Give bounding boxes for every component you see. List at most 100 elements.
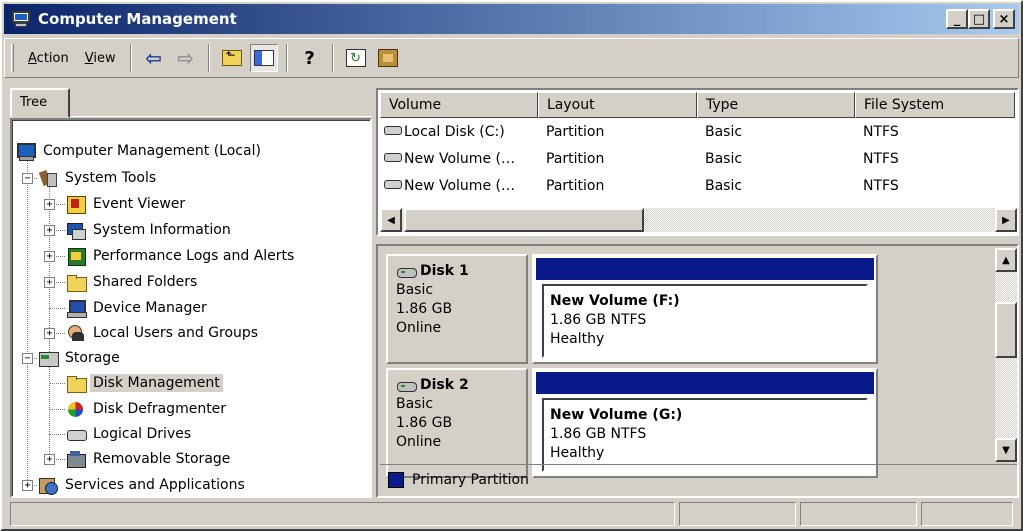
defrag-icon — [66, 400, 86, 418]
title-bar[interactable]: Computer Management _ □ × — [4, 4, 1019, 34]
scroll-right-button[interactable]: ▶ — [995, 208, 1017, 232]
primary-partition-swatch — [388, 471, 404, 488]
toolbar: Action View ⇦ ⇨ ? ↻ — [4, 38, 1019, 78]
expand-services-applications[interactable]: + — [22, 480, 33, 491]
expand-removable-storage[interactable]: + — [44, 454, 55, 465]
status-panel — [921, 502, 1013, 526]
expand-performance-logs[interactable]: + — [44, 251, 55, 262]
disk-graphical-view: Disk 1 Basic 1.86 GB Online New Volume (… — [376, 244, 1019, 498]
toolbar-separator — [207, 44, 210, 72]
show-hide-tree-button[interactable] — [249, 44, 278, 72]
tree-node-system-information[interactable]: System Information — [66, 217, 234, 242]
toolbar-separator — [129, 44, 132, 72]
tree-node-services-applications[interactable]: Services and Applications — [38, 472, 248, 497]
tree-pane: Tree Computer Management (Local) − Syste… — [10, 88, 372, 498]
tree-node-computer-management[interactable]: Computer Management (Local) — [16, 138, 264, 163]
menu-action[interactable]: Action — [20, 51, 77, 66]
tree-node-logical-drives[interactable]: Logical Drives — [66, 421, 194, 446]
toolbar-grip[interactable] — [11, 44, 14, 72]
services-icon — [38, 476, 58, 495]
disk-icon — [66, 425, 87, 443]
tab-tree[interactable]: Tree — [10, 88, 70, 118]
maximize-button[interactable]: □ — [968, 9, 990, 29]
folder-icon — [66, 273, 87, 292]
collapse-storage[interactable]: − — [22, 353, 33, 364]
volume-list: Volume Layout Type File System Local Dis… — [376, 88, 1019, 236]
tree-node-system-tools[interactable]: System Tools — [38, 165, 159, 190]
console-tree: Computer Management (Local) − System Too… — [10, 118, 372, 498]
tree-node-local-users[interactable]: Local Users and Groups — [66, 320, 261, 345]
column-header-layout[interactable]: Layout — [538, 92, 697, 118]
vertical-scroll-thumb[interactable] — [995, 302, 1017, 358]
tree-node-storage[interactable]: Storage — [38, 345, 123, 370]
back-arrow-icon: ⇦ — [145, 46, 162, 70]
column-header-file-system[interactable]: File System — [855, 92, 1015, 118]
toolbar-separator — [331, 44, 334, 72]
storage-icon — [38, 349, 59, 367]
collapse-system-tools[interactable]: − — [22, 173, 33, 184]
window-title: Computer Management — [38, 10, 237, 28]
disk-icon — [384, 153, 402, 162]
disk-1-info[interactable]: Disk 1 Basic 1.86 GB Online — [386, 254, 528, 364]
disk-2-partition[interactable]: New Volume (G:) 1.86 GB NTFS Healthy — [532, 368, 878, 478]
horizontal-scrollbar[interactable]: ◀ ▶ — [380, 208, 1017, 232]
expand-shared-folders[interactable]: + — [44, 277, 55, 288]
properties-icon — [377, 49, 398, 67]
scroll-up-button[interactable]: ▲ — [995, 248, 1017, 272]
properties-button[interactable] — [374, 44, 402, 72]
tree-node-shared-folders[interactable]: Shared Folders — [66, 269, 200, 294]
tree-node-device-manager[interactable]: Device Manager — [66, 295, 210, 320]
primary-partition-bar — [536, 372, 874, 394]
back-button[interactable]: ⇦ — [140, 44, 168, 72]
forward-button[interactable]: ⇨ — [172, 44, 200, 72]
menu-view[interactable]: View — [77, 51, 124, 66]
expand-system-information[interactable]: + — [44, 225, 55, 236]
disk-icon — [396, 380, 418, 392]
refresh-button[interactable]: ↻ — [342, 44, 370, 72]
device-manager-icon — [66, 299, 87, 318]
folder-up-icon — [221, 48, 242, 66]
tree-node-performance-logs[interactable]: Performance Logs and Alerts — [66, 243, 297, 268]
up-one-level-button[interactable] — [218, 44, 246, 72]
tree-node-removable-storage[interactable]: Removable Storage — [66, 446, 233, 471]
folder-icon — [66, 374, 87, 393]
forward-arrow-icon: ⇨ — [177, 46, 194, 70]
status-panel — [800, 502, 917, 526]
console-tree-icon — [253, 50, 274, 66]
tools-icon — [38, 169, 58, 187]
tree-node-event-viewer[interactable]: Event Viewer — [66, 191, 188, 216]
column-header-volume[interactable]: Volume — [380, 92, 538, 118]
help-button[interactable]: ? — [296, 44, 324, 72]
horizontal-scroll-thumb[interactable] — [404, 208, 644, 232]
expand-local-users[interactable]: + — [44, 328, 55, 339]
tree-node-disk-management[interactable]: Disk Management — [66, 370, 223, 395]
close-button[interactable]: × — [993, 9, 1015, 29]
scroll-down-button[interactable]: ▼ — [995, 438, 1017, 462]
computer-management-window: Computer Management _ □ × Action View ⇦ … — [0, 0, 1023, 531]
disk-2-info[interactable]: Disk 2 Basic 1.86 GB Online — [386, 368, 528, 478]
disk-icon — [384, 180, 402, 189]
toolbar-separator — [285, 44, 288, 72]
tree-node-disk-defragmenter[interactable]: Disk Defragmenter — [66, 396, 229, 421]
performance-icon — [66, 247, 86, 266]
primary-partition-bar — [536, 258, 874, 280]
refresh-icon: ↻ — [345, 49, 366, 67]
scroll-left-button[interactable]: ◀ — [380, 208, 402, 232]
legend-label: Primary Partition — [412, 471, 529, 488]
column-header-type[interactable]: Type — [697, 92, 855, 118]
event-viewer-icon — [66, 195, 86, 214]
help-icon: ? — [304, 47, 315, 69]
vertical-scrollbar[interactable]: ▲ ▼ — [995, 248, 1017, 462]
volume-g[interactable]: New Volume (G:) 1.86 GB NTFS Healthy — [542, 398, 868, 472]
disk-1-partition[interactable]: New Volume (F:) 1.86 GB NTFS Healthy — [532, 254, 878, 364]
removable-storage-icon — [66, 450, 86, 468]
system-info-icon — [66, 221, 86, 240]
minimize-button[interactable]: _ — [946, 9, 968, 29]
legend: Primary Partition — [380, 464, 1017, 494]
details-pane: Volume Layout Type File System Local Dis… — [376, 88, 1019, 498]
status-panel — [679, 502, 796, 526]
computer-icon — [16, 142, 36, 161]
expand-event-viewer[interactable]: + — [44, 199, 55, 210]
users-icon — [66, 324, 86, 342]
volume-f[interactable]: New Volume (F:) 1.86 GB NTFS Healthy — [542, 284, 868, 358]
